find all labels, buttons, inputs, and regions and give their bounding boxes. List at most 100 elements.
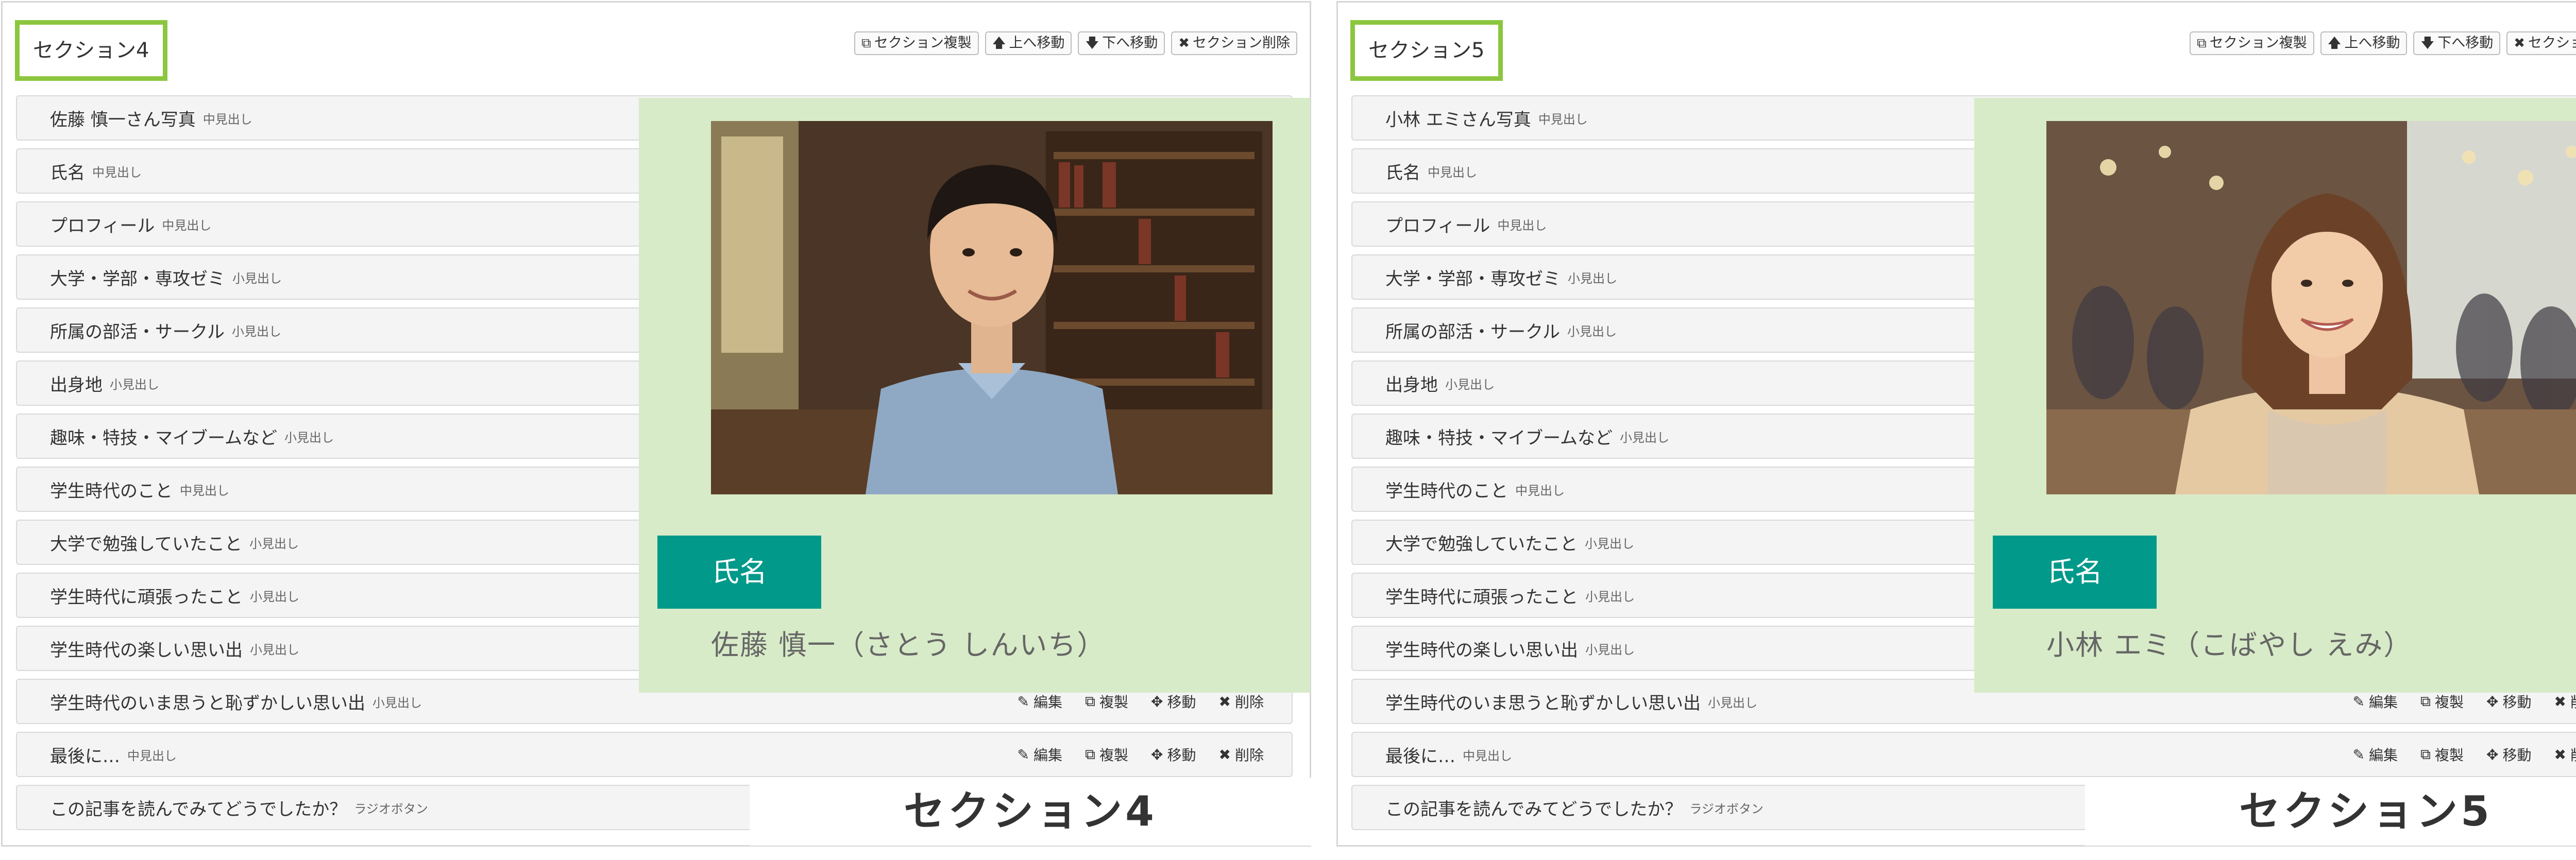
block-title: 学生時代の楽しい思い出 xyxy=(1385,640,1578,661)
duplicate-section-button[interactable]: ⧉ セクション複製 xyxy=(2190,31,2314,55)
move-button[interactable]: ✥ 移動 xyxy=(2486,744,2531,765)
block-title: 大学で勉強していたこと xyxy=(1385,534,1578,555)
block-type: 小見出し xyxy=(1567,324,1617,339)
close-icon: ✖ xyxy=(2514,36,2525,51)
delete-button[interactable]: ✖削除 xyxy=(1219,691,1264,712)
block-title: 大学・学部・専攻ゼミ xyxy=(1385,268,1561,289)
block-type: 中見出し xyxy=(1497,218,1547,233)
block-type: 小見出し xyxy=(250,589,299,604)
delete-button[interactable]: ✖削除 xyxy=(2554,691,2576,712)
section-caption: セクション5 xyxy=(2085,778,2576,846)
block-type: 小見出し xyxy=(1619,430,1669,445)
move-button[interactable]: ✥ 移動 xyxy=(1151,691,1196,712)
arrow-down-icon: 🡇 xyxy=(2420,36,2435,51)
block-type: 中見出し xyxy=(162,218,212,233)
name-value: 佐藤 慎一（さとう しんいち） xyxy=(711,629,1106,661)
block-title: 所属の部活・サークル xyxy=(50,321,225,342)
duplicate-label: 複製 xyxy=(1099,747,1129,764)
block-type: 中見出し xyxy=(1538,112,1588,127)
pencil-icon: ✎ xyxy=(1017,746,1029,763)
duplicate-button[interactable]: ⧉ 複製 xyxy=(2420,744,2464,765)
move-up-button[interactable]: 🡅 上へ移動 xyxy=(2320,31,2408,55)
block-title: 学生時代のこと xyxy=(50,480,173,502)
duplicate-button[interactable]: ⧉ 複製 xyxy=(1085,744,1128,765)
delete-section-label: セクション削除 xyxy=(2528,35,2576,51)
block-type: 中見出し xyxy=(1463,748,1512,763)
section-panel-5: セクション5 ⧉セクション複製 🡅上へ移動 🡇下へ移動 ✖セクション削除 小林 … xyxy=(1336,1,2576,847)
block-title: 氏名 xyxy=(1385,162,1420,183)
edit-button[interactable]: ✎ 編集 xyxy=(2353,691,2398,712)
block-type: 小見出し xyxy=(231,324,281,339)
delete-button[interactable]: ✖削除 xyxy=(2554,744,2576,765)
move-up-label: 上へ移動 xyxy=(2344,35,2400,51)
block-title: 出身地 xyxy=(1385,374,1438,395)
block-title: 学生時代の楽しい思い出 xyxy=(50,640,243,661)
close-icon: ✖ xyxy=(1218,693,1231,710)
block-title: プロフィール xyxy=(1385,215,1490,236)
move-down-button[interactable]: 🡇 下へ移動 xyxy=(2413,31,2501,55)
edit-label: 編集 xyxy=(1033,747,1063,764)
section-title: セクション5 xyxy=(1350,20,1503,81)
block-type: ラジオボタン xyxy=(1689,801,1764,816)
block-title: 学生時代のこと xyxy=(1385,480,1508,502)
block-type: 小見出し xyxy=(1708,695,1757,710)
move-icon: ✥ xyxy=(2486,746,2499,763)
move-down-button[interactable]: 🡇 下へ移動 xyxy=(1078,31,1165,55)
copy-icon: ⧉ xyxy=(2420,746,2431,763)
preview-pane: 氏名 佐藤 慎一（さとう しんいち） xyxy=(639,98,1310,693)
delete-label: 削除 xyxy=(2570,744,2576,765)
portrait-photo-image xyxy=(2046,121,2576,494)
edit-button[interactable]: ✎ 編集 xyxy=(1018,691,1062,712)
block-type: ラジオボタン xyxy=(354,801,428,816)
move-up-label: 上へ移動 xyxy=(1009,35,1065,51)
block-title: 趣味・特技・マイブームなど xyxy=(50,427,277,449)
duplicate-button[interactable]: ⧉ 複製 xyxy=(2420,691,2464,712)
block-row[interactable]: 最後に… 中見出し ✎編集 ⧉複製 ✥移動 ✖削除 xyxy=(16,732,1293,777)
block-type: 小見出し xyxy=(250,642,299,657)
block-type: 小見出し xyxy=(1585,642,1635,657)
block-title: 所属の部活・サークル xyxy=(1385,321,1560,342)
block-title: 佐藤 慎一さん写真 xyxy=(50,109,196,130)
block-type: 中見出し xyxy=(180,483,229,498)
delete-section-button[interactable]: ✖セクション削除 xyxy=(1171,31,1297,55)
move-label: 移動 xyxy=(2502,747,2532,764)
block-title: 趣味・特技・マイブームなど xyxy=(1385,427,1613,449)
move-button[interactable]: ✥ 移動 xyxy=(1151,744,1196,765)
duplicate-section-label: セクション複製 xyxy=(874,35,972,51)
pencil-icon: ✎ xyxy=(2352,693,2365,710)
edit-button[interactable]: ✎ 編集 xyxy=(2353,744,2398,765)
section-caption: セクション4 xyxy=(750,778,1311,846)
delete-button[interactable]: ✖削除 xyxy=(1219,744,1264,765)
close-icon: ✖ xyxy=(2554,693,2566,710)
block-title: 大学・学部・専攻ゼミ xyxy=(50,268,225,289)
delete-label: 削除 xyxy=(1234,747,1264,764)
block-type: 中見出し xyxy=(1428,165,1477,180)
delete-section-button[interactable]: ✖セクション削除 xyxy=(2506,31,2576,55)
arrow-up-icon: 🡅 xyxy=(2327,36,2342,51)
block-title: 最後に… xyxy=(50,746,120,767)
copy-icon: ⧉ xyxy=(1085,746,1096,763)
copy-icon: ⧉ xyxy=(1085,693,1096,710)
move-button[interactable]: ✥ 移動 xyxy=(2486,691,2531,712)
block-type: 小見出し xyxy=(284,430,334,445)
duplicate-label: 複製 xyxy=(1099,694,1129,711)
duplicate-section-button[interactable]: ⧉ セクション複製 xyxy=(854,31,979,55)
portrait-photo xyxy=(711,121,1273,494)
block-type: 中見出し xyxy=(202,112,252,127)
duplicate-button[interactable]: ⧉ 複製 xyxy=(1085,691,1128,712)
duplicate-label: 複製 xyxy=(2435,694,2464,711)
block-actions: ✎編集 ⧉複製 ✥移動 ✖削除 xyxy=(1018,733,1264,776)
block-type: 小見出し xyxy=(1568,271,1617,286)
edit-label: 編集 xyxy=(2369,747,2398,764)
block-row[interactable]: 最後に… 中見出し ✎編集 ⧉複製 ✥移動 ✖削除 xyxy=(1351,732,2576,777)
section-toolbar: ⧉セクション複製 🡅上へ移動 🡇下へ移動 ✖セクション削除 xyxy=(854,31,1297,55)
portrait-photo-image xyxy=(711,121,1273,494)
block-type: 小見出し xyxy=(232,271,282,286)
edit-button[interactable]: ✎ 編集 xyxy=(1018,744,1062,765)
move-label: 移動 xyxy=(1167,747,1196,764)
pencil-icon: ✎ xyxy=(2352,746,2365,763)
copy-icon: ⧉ xyxy=(2420,693,2431,710)
move-up-button[interactable]: 🡅 上へ移動 xyxy=(985,31,1072,55)
portrait-photo xyxy=(2046,121,2576,494)
move-icon: ✥ xyxy=(1151,746,1163,763)
